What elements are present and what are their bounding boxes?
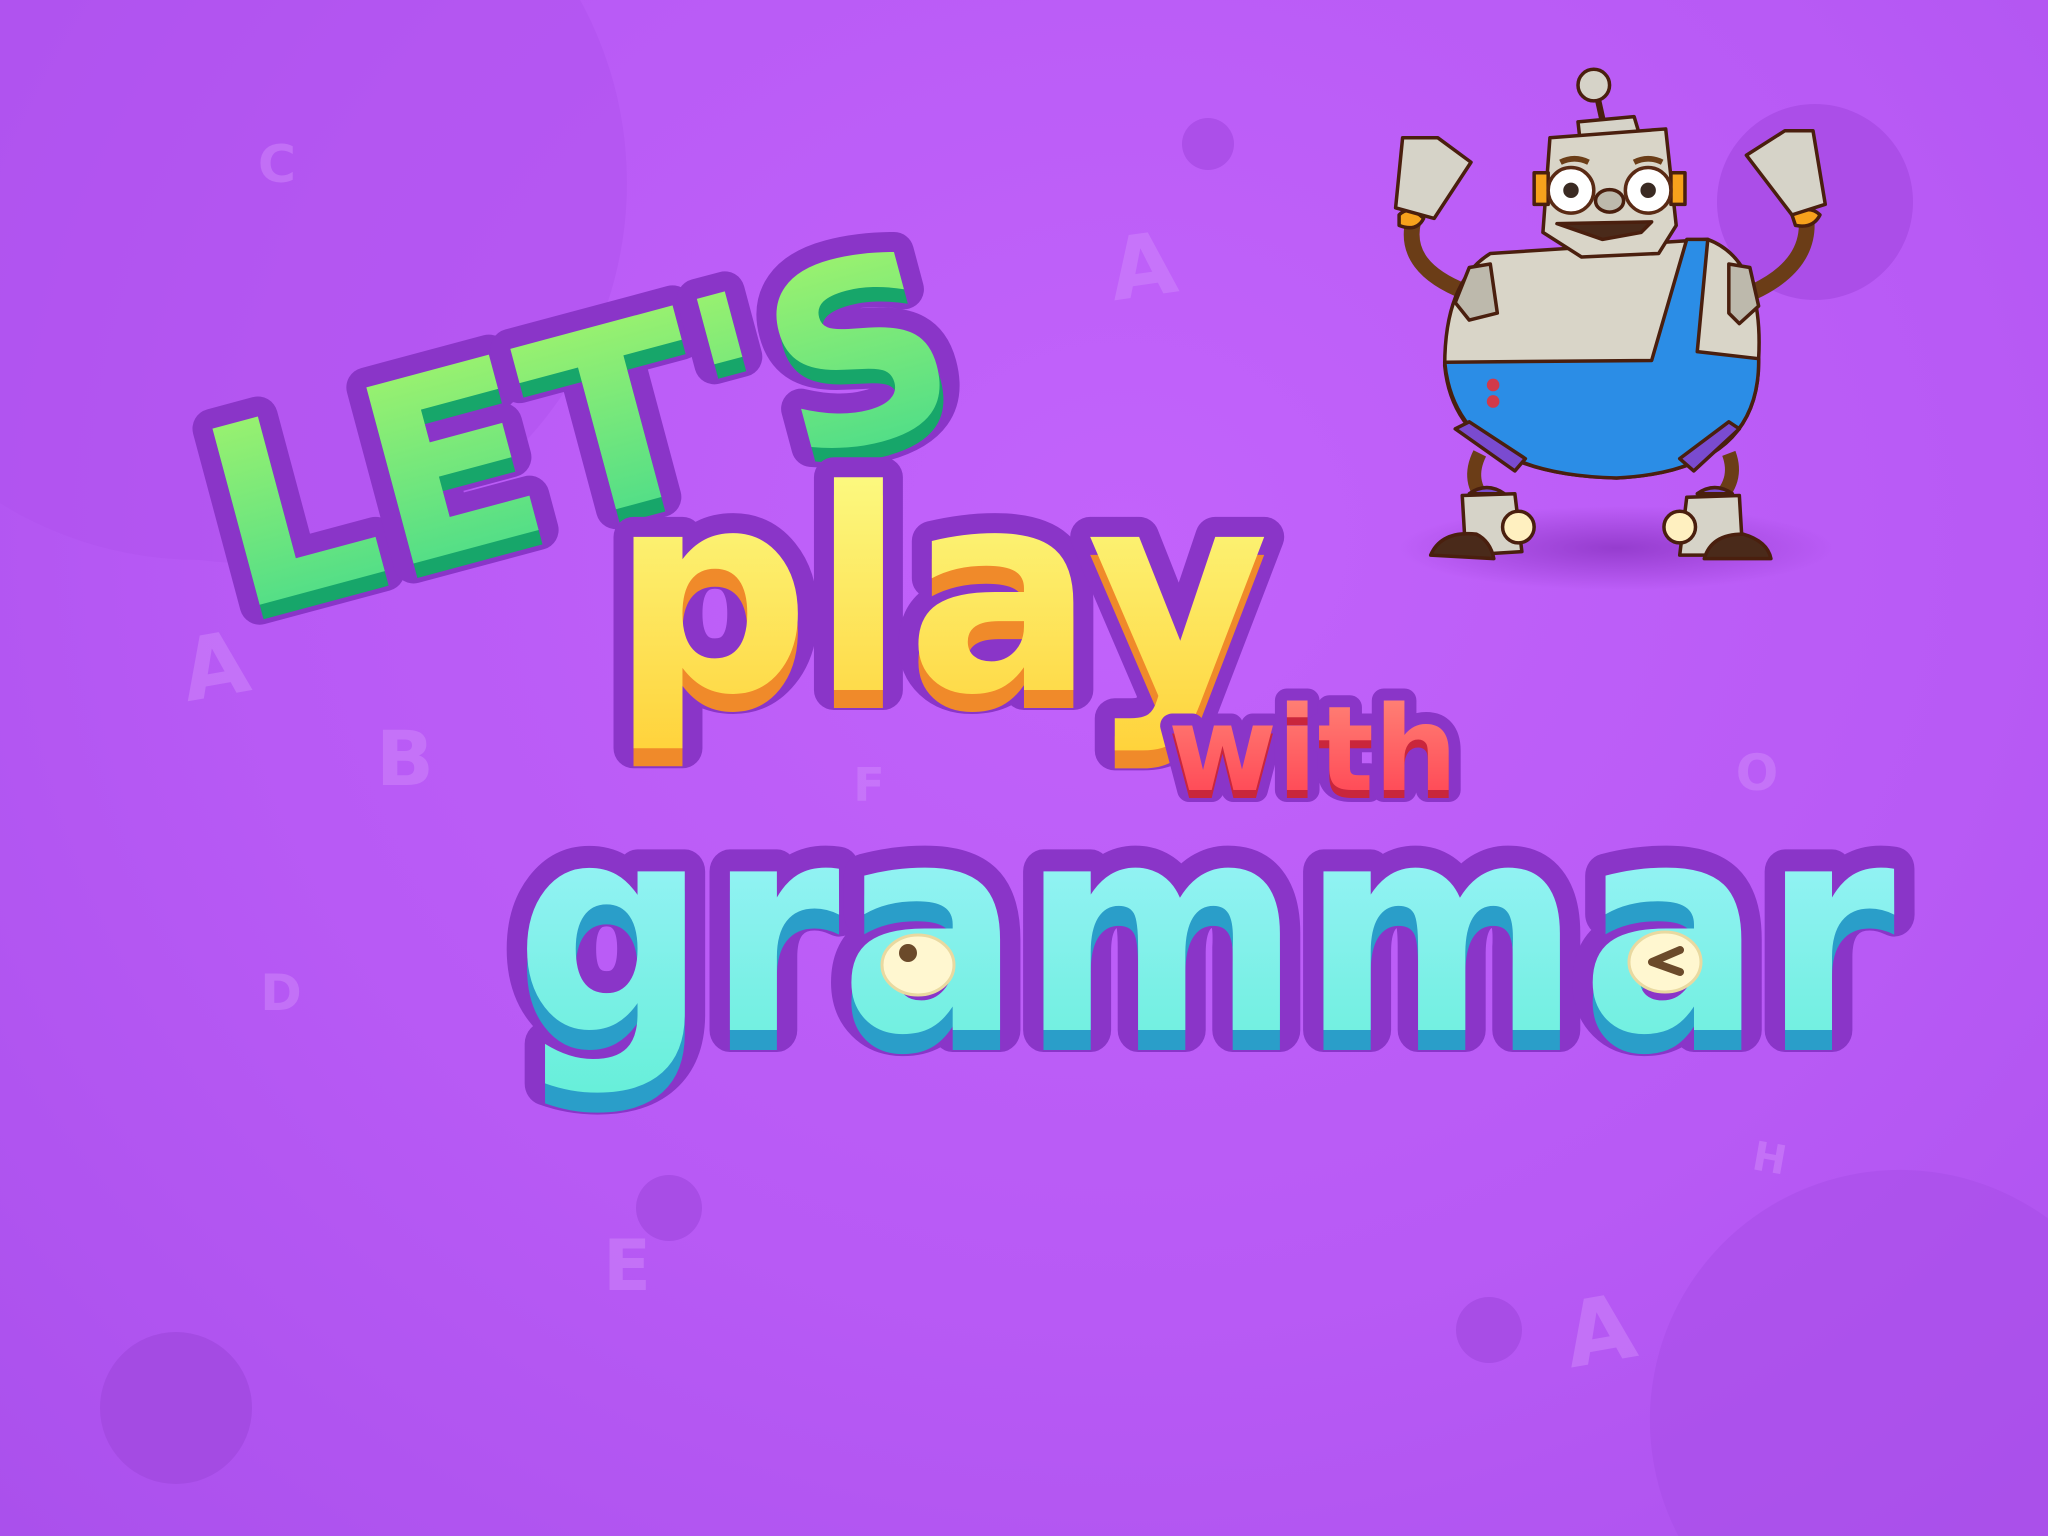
- wink-eye-icon: [1627, 930, 1703, 994]
- eye-icon: [880, 933, 956, 997]
- grammar-text: grammar: [515, 762, 1897, 1099]
- title-grammar: grammar grammar grammar: [493, 740, 1919, 1121]
- bg-dot: [100, 1332, 252, 1484]
- robot-mascot: [1393, 67, 1835, 591]
- bg-letter: A: [1103, 213, 1183, 321]
- robot-right-hand: [1744, 128, 1828, 217]
- bg-circle: [1649, 1169, 2048, 1536]
- bg-dot: [1456, 1297, 1522, 1363]
- bg-letter: E: [603, 1225, 651, 1307]
- bg-letter: H: [1749, 1133, 1790, 1184]
- bg-letter: B: [376, 714, 434, 803]
- bg-letter: D: [260, 964, 302, 1022]
- bg-letter: A: [1556, 1274, 1643, 1390]
- bg-letter: C: [258, 135, 296, 195]
- robot-left-hand: [1393, 135, 1473, 221]
- bg-dot: [1182, 118, 1234, 170]
